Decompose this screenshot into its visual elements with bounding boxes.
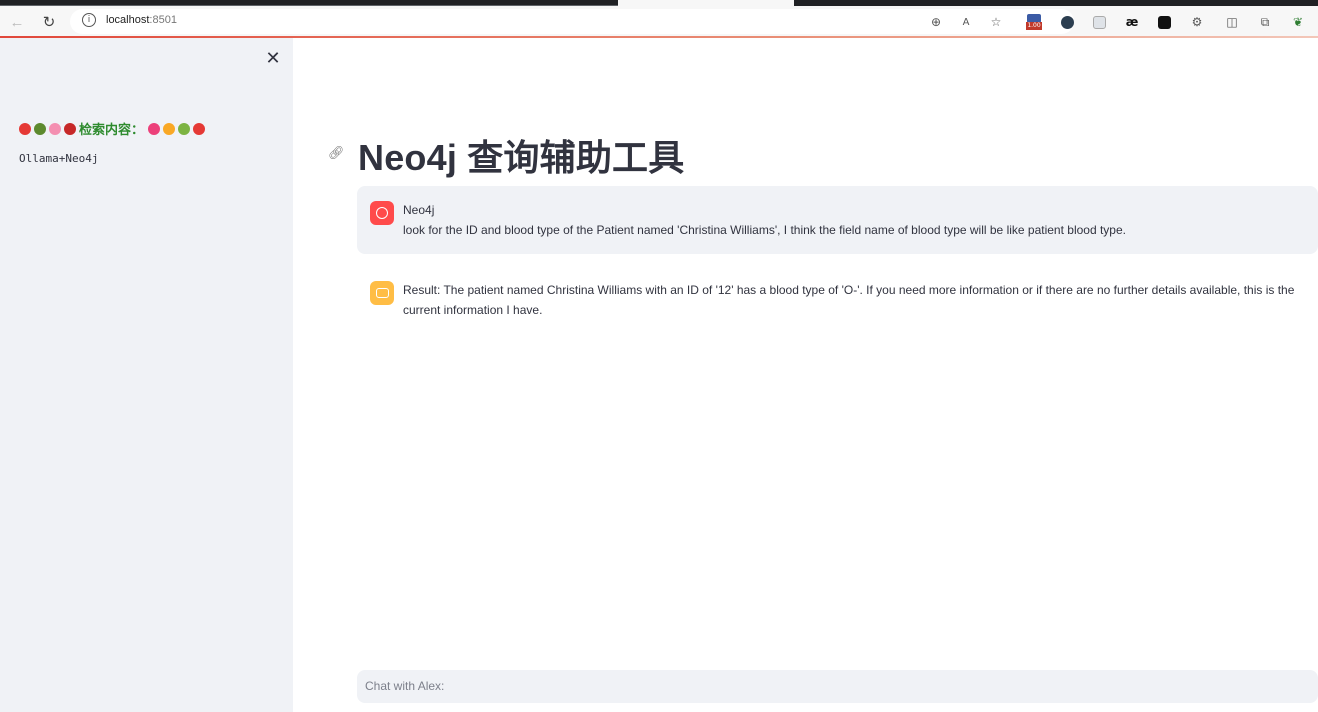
flower-icon — [64, 122, 76, 135]
collections-icon[interactable]: ⧉ — [1257, 14, 1273, 30]
message-content: Neo4j look for the ID and blood type of … — [403, 200, 1308, 240]
sidebar-content-text: Ollama+Neo4j — [19, 152, 99, 165]
flower-icon — [148, 122, 161, 135]
flower-icon — [19, 122, 31, 135]
flower-icon — [163, 122, 176, 135]
extension-badge-count: 1.00 — [1026, 22, 1042, 30]
split-screen-icon[interactable]: ◫ — [1224, 14, 1240, 30]
message-text: Result: The patient named Christina Will… — [403, 283, 1295, 317]
chat-input[interactable] — [365, 679, 1310, 693]
reload-icon[interactable]: ↻ — [39, 12, 59, 32]
flower-icon — [193, 122, 206, 135]
url-text[interactable]: localhost:8501 — [106, 14, 177, 26]
extension-leaf-icon[interactable]: ❦ — [1290, 14, 1306, 30]
back-icon[interactable]: ← — [7, 12, 27, 32]
extension-dot-icon[interactable] — [1059, 14, 1075, 30]
extension-ae-icon[interactable]: æ — [1124, 14, 1140, 30]
sidebar: ✕ 检索内容： Ollama+Neo4j — [0, 38, 293, 712]
chat-message-user: Neo4j look for the ID and blood type of … — [357, 186, 1318, 254]
browser-toolbar: ← ↻ i localhost:8501 ⊕ A ☆ 1.00 æ ⚙ ◫ ⧉ … — [0, 6, 1318, 37]
message-content: Result: The patient named Christina Will… — [403, 280, 1308, 320]
zoom-icon[interactable]: ⊕ — [928, 14, 944, 30]
flower-icon — [49, 122, 61, 135]
chat-input-box[interactable] — [357, 670, 1318, 703]
extension-badge-icon[interactable]: 1.00 — [1026, 14, 1042, 30]
sidebar-heading-label: 检索内容： — [79, 122, 145, 137]
bot-icon — [370, 281, 394, 305]
info-icon[interactable]: i — [82, 13, 96, 27]
message-author: Neo4j — [403, 203, 435, 217]
flower-icon — [34, 122, 46, 135]
address-bar[interactable]: i localhost:8501 ⊕ A ☆ — [70, 9, 1074, 34]
extension-game-icon[interactable] — [1156, 14, 1172, 30]
link-anchor-icon[interactable]: 🔗︎ — [328, 146, 345, 161]
read-aloud-icon[interactable]: A — [958, 14, 974, 30]
sidebar-heading: 检索内容： — [19, 119, 208, 138]
user-face-icon — [370, 201, 394, 225]
extension-page-icon[interactable] — [1091, 14, 1107, 30]
flower-icon — [178, 122, 191, 135]
chat-message-assistant: Result: The patient named Christina Will… — [357, 266, 1318, 328]
page-title: Neo4j 查询辅助工具 — [358, 137, 685, 178]
message-text: look for the ID and blood type of the Pa… — [403, 223, 1126, 237]
extension-gear-icon[interactable]: ⚙ — [1189, 14, 1205, 30]
favorite-star-icon[interactable]: ☆ — [988, 14, 1004, 30]
close-sidebar-button[interactable]: ✕ — [264, 50, 282, 68]
